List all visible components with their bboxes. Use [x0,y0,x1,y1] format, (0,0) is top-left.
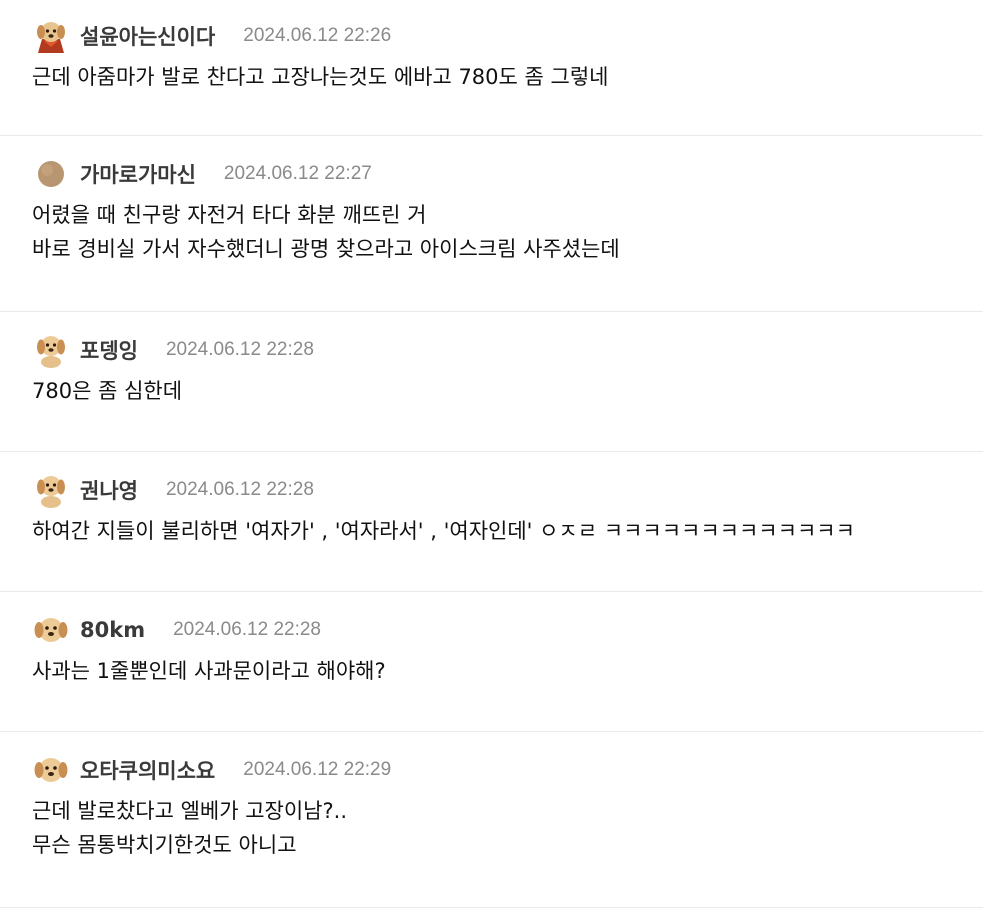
comment-timestamp: 2024.06.12 22:28 [165,339,314,360]
comment-author[interactable]: 설윤아는신이다 [80,21,215,51]
comment-text-line: 사과는 1줄뿐인데 사과문이라고 해야해? [32,659,386,683]
comment-text-line: 바로 경비실 가서 자수했더니 광명 찾으라고 아이스크림 사주셨는데 [32,237,620,261]
brown-circle-icon[interactable] [32,155,70,193]
comment-timestamp: 2024.06.12 22:28 [165,479,314,500]
comment-text-line: 어렸을 때 친구랑 자전거 타다 화분 깨뜨린 거 [32,203,427,227]
comment-header: 권나영 2024.06.12 22:28 [12,466,971,514]
dog-with-cape-icon[interactable] [32,17,70,55]
comment-header: 포뎅잉 2024.06.12 22:28 [12,326,971,374]
comment-timestamp: 2024.06.12 22:29 [243,759,392,780]
comment-body: 근데 아줌마가 발로 찬다고 고장나는것도 에바고 780도 좀 그렇네 [12,60,971,108]
comment-header: 80km 2024.06.12 22:28 [12,606,971,654]
comment-body: 780은 좀 심한데 [12,374,971,422]
comment-timestamp: 2024.06.12 22:28 [173,619,321,640]
puppy-icon[interactable] [32,331,70,369]
puppy-face-icon[interactable] [32,751,70,789]
comment-text-line: 근데 아줌마가 발로 찬다고 고장나는것도 에바고 780도 좀 그렇네 [32,65,609,89]
comment-item: 가마로가마신 2024.06.12 22:27 어렸을 때 친구랑 자전거 타다… [0,150,983,312]
comment-timestamp: 2024.06.12 22:27 [223,163,372,184]
comment-timestamp: 2024.06.12 22:26 [243,25,392,46]
comment-header: 가마로가마신 2024.06.12 22:27 [12,150,971,198]
comment-author[interactable]: 가마로가마신 [80,159,196,189]
comment-author[interactable]: 권나영 [80,475,138,505]
comment-text-line: 하여간 지들이 불리하면 '여자가' , '여자라서' , '여자인데' ㅇㅈㄹ… [32,519,855,543]
comment-item: 포뎅잉 2024.06.12 22:28 780은 좀 심한데 [0,326,983,452]
comment-list: 설윤아는신이다 2024.06.12 22:26 근데 아줌마가 발로 찬다고 … [0,12,983,908]
comment-text-line: 무슨 몸통박치기한것도 아니고 [32,833,297,857]
comment-text-line: 근데 발로찼다고 엘베가 고장이남?.. [32,799,348,823]
puppy-face-icon[interactable] [32,611,70,649]
comment-header: 설윤아는신이다 2024.06.12 22:26 [12,12,971,60]
comment-author[interactable]: 80km [80,618,145,642]
puppy-icon[interactable] [32,471,70,509]
comment-header: 오타쿠의미소요 2024.06.12 22:29 [12,746,971,794]
comment-item: 권나영 2024.06.12 22:28 하여간 지들이 불리하면 '여자가' … [0,466,983,592]
comment-body: 사과는 1줄뿐인데 사과문이라고 해야해? [12,654,971,702]
comment-author[interactable]: 오타쿠의미소요 [80,755,215,785]
comment-author[interactable]: 포뎅잉 [80,335,138,365]
comment-item: 설윤아는신이다 2024.06.12 22:26 근데 아줌마가 발로 찬다고 … [0,12,983,136]
comment-item: 오타쿠의미소요 2024.06.12 22:29 근데 발로찼다고 엘베가 고장… [0,746,983,908]
comment-body: 어렸을 때 친구랑 자전거 타다 화분 깨뜨린 거 바로 경비실 가서 자수했더… [12,198,971,280]
comment-body: 하여간 지들이 불리하면 '여자가' , '여자라서' , '여자인데' ㅇㅈㄹ… [12,514,971,562]
comment-item: 80km 2024.06.12 22:28 사과는 1줄뿐인데 사과문이라고 해… [0,606,983,732]
comment-body: 근데 발로찼다고 엘베가 고장이남?.. 무슨 몸통박치기한것도 아니고 [12,794,971,876]
comment-text-line: 780은 좀 심한데 [32,379,183,403]
